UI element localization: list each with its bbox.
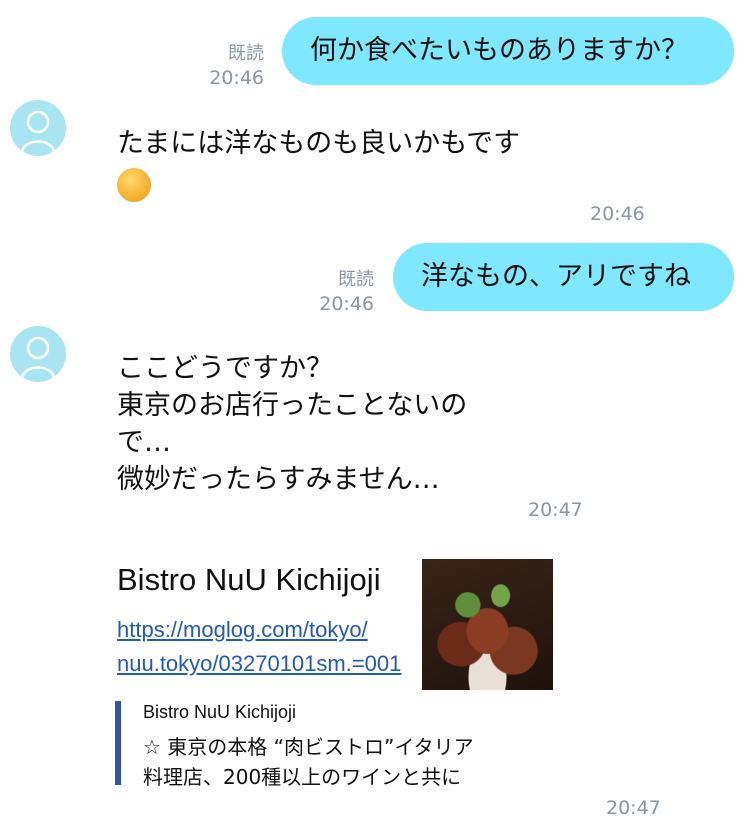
- contact-avatar[interactable]: [10, 100, 66, 156]
- incoming-message-text: ここどうですか？ 東京のお店行ったことないの で… 微妙だったらすみません…: [117, 353, 468, 495]
- contact-avatar[interactable]: [10, 326, 66, 382]
- message-text: 何か食べたいものありますか？: [310, 35, 688, 66]
- outgoing-message-bubble[interactable]: 洋なもの、アリですね: [393, 243, 734, 311]
- message-time: 20:46: [590, 203, 645, 225]
- outgoing-message-bubble[interactable]: 何か食べたいものありますか？: [282, 17, 734, 85]
- link-card-image[interactable]: [422, 559, 553, 690]
- person-icon: [20, 110, 56, 153]
- person-icon: [20, 336, 56, 379]
- smiling-face-emoji: [117, 168, 151, 202]
- link-url[interactable]: https://moglog.com/tokyo/ nuu.tokyo/0327…: [117, 613, 401, 681]
- message-time: 20:47: [528, 499, 583, 521]
- message-time: 20:47: [606, 797, 661, 819]
- message-text: 洋なもの、アリですね: [421, 261, 691, 292]
- preview-description: ☆ 東京の本格 “肉ビストロ”イタリア 料理店、200種以上のワインと共に: [143, 735, 474, 789]
- read-receipt: 既読 20:46: [319, 269, 374, 315]
- preview-site-name: Bistro NuU Kichijoji: [143, 702, 297, 722]
- link-card-title[interactable]: Bistro NuU Kichijoji: [117, 562, 381, 598]
- read-receipt: 既読 20:46: [209, 43, 264, 89]
- incoming-message-text: たまには洋なものも良いかもです: [117, 128, 521, 159]
- preview-quote-bar: [115, 701, 121, 785]
